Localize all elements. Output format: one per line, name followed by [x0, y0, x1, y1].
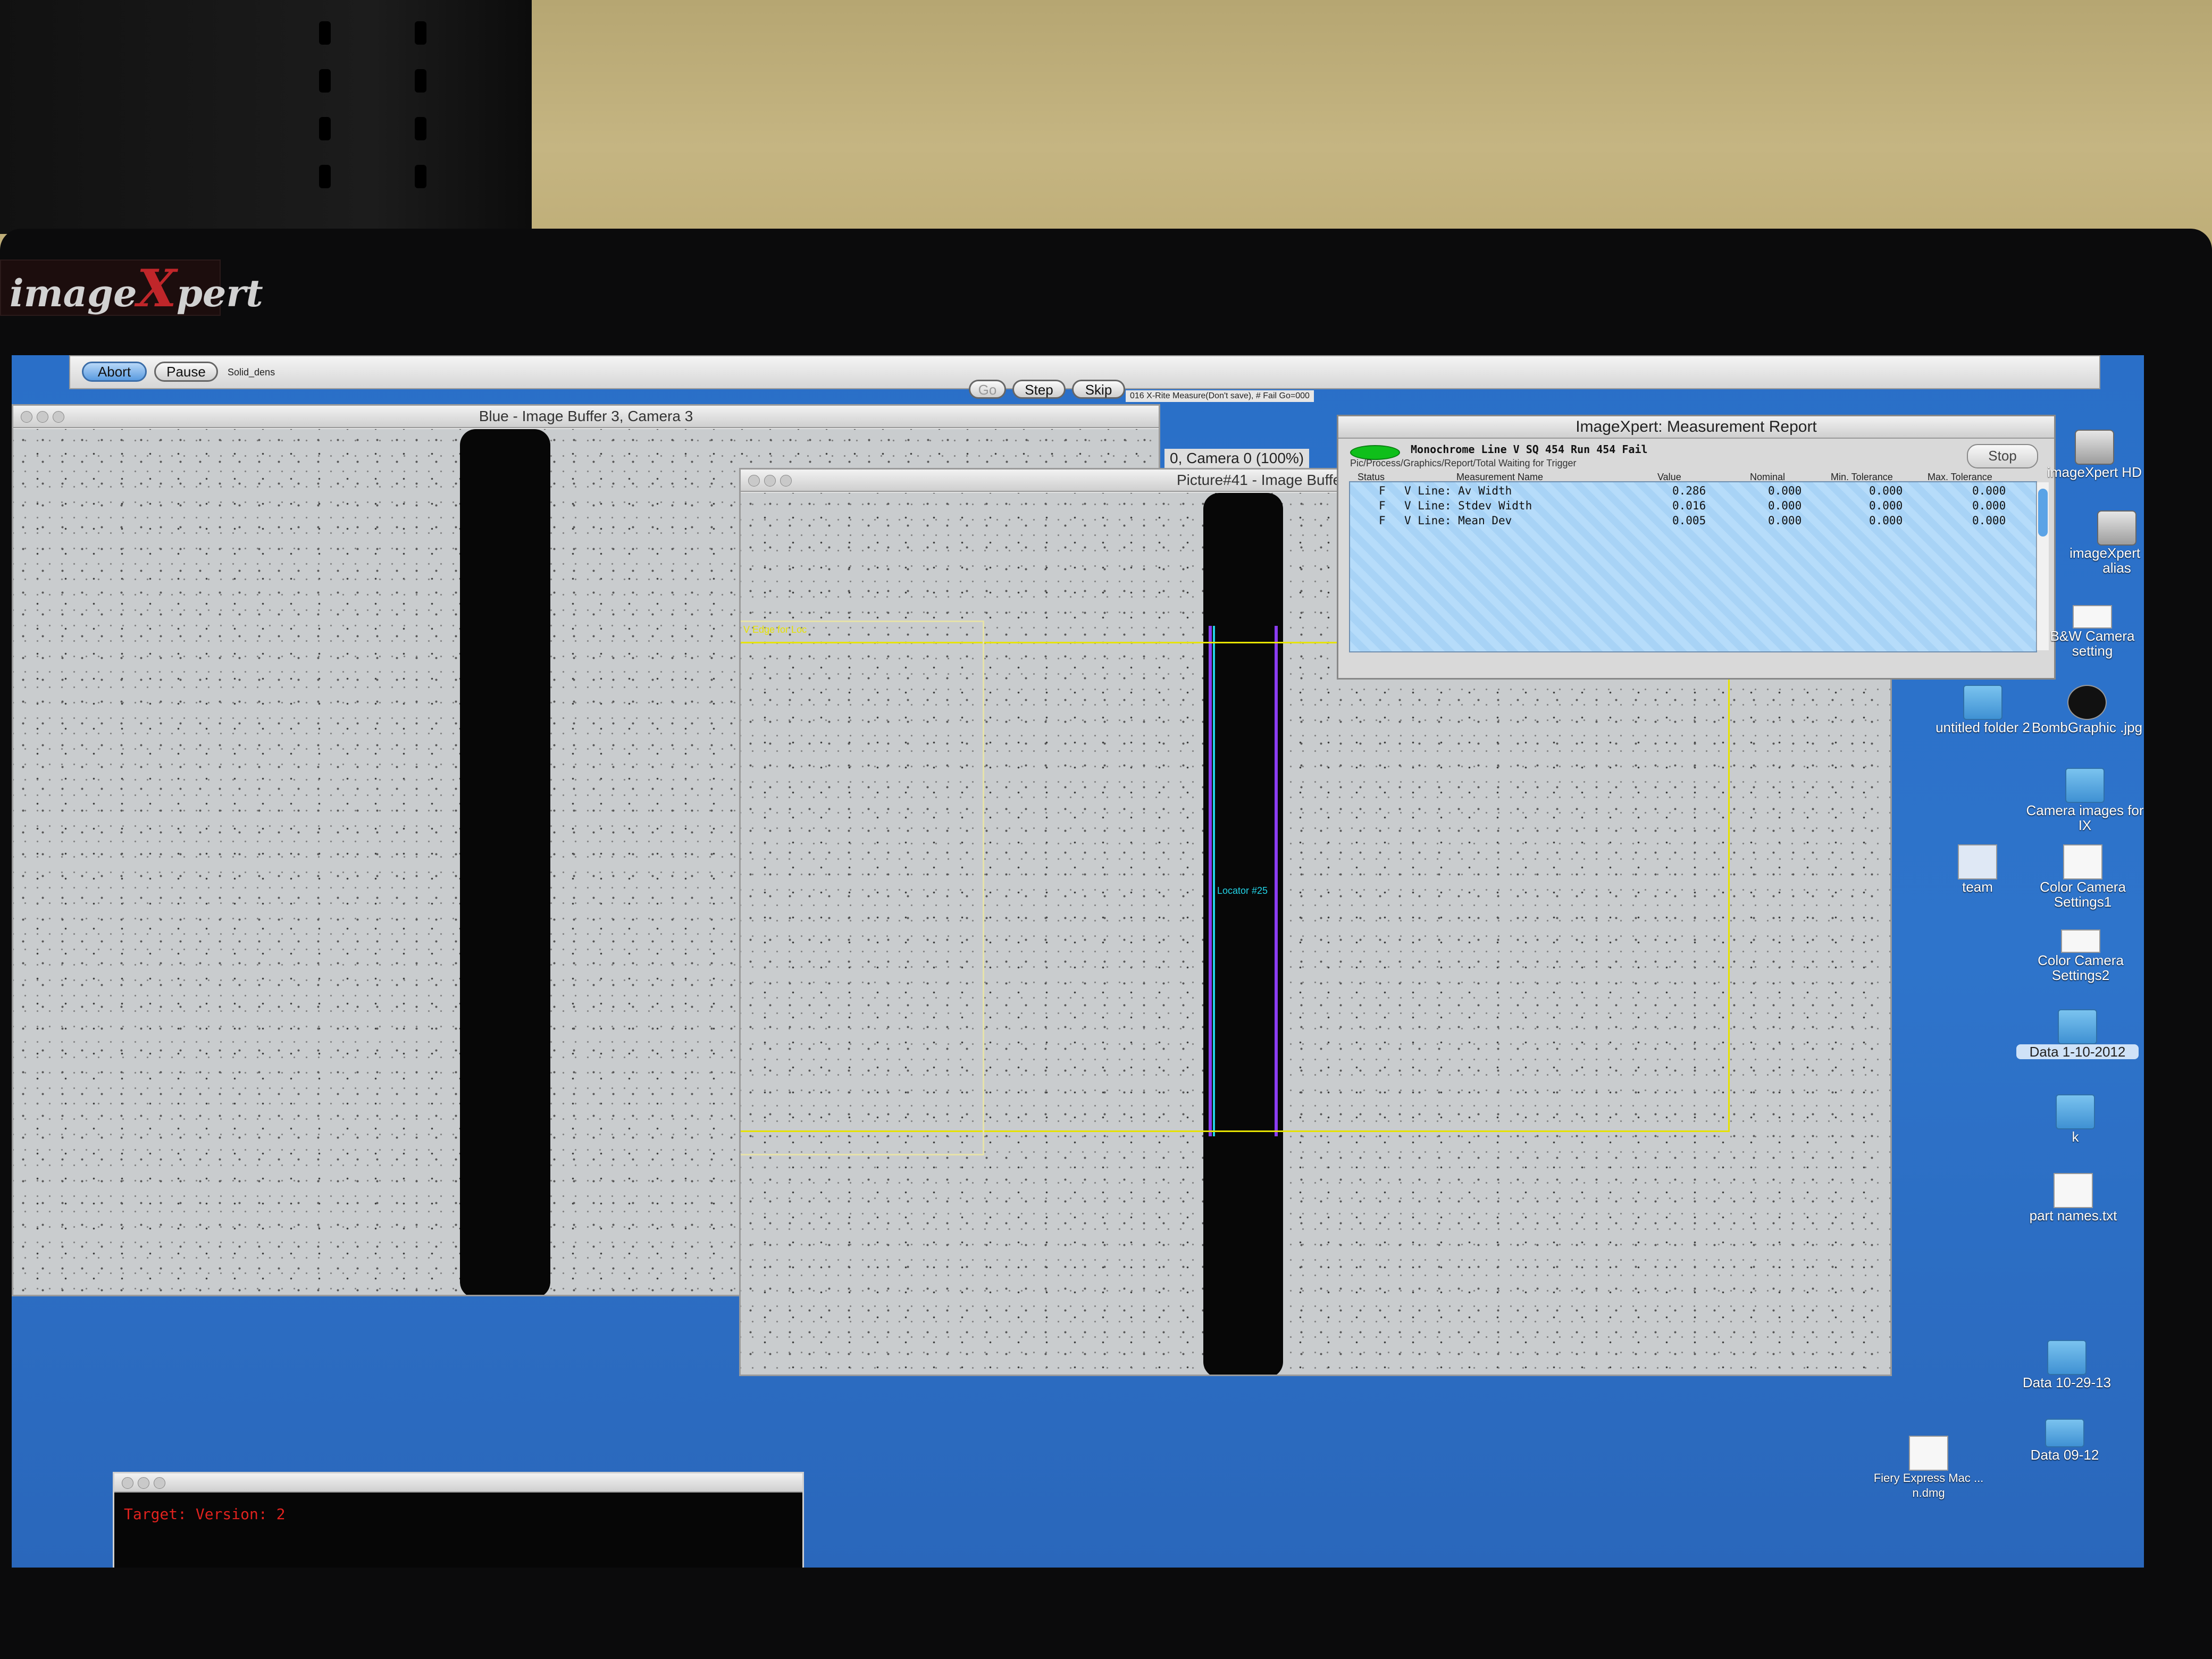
document-icon — [2063, 844, 2102, 879]
report-header: Monochrome Line V SQ 454 Run 454 Fail — [1411, 443, 1648, 456]
desktop-icon-team[interactable]: team — [1916, 844, 2039, 894]
desktop-icon-fiery-express[interactable]: Fiery Express Mac ... n.dmg — [1867, 1436, 1990, 1501]
row-value: 0.005 — [1672, 514, 1706, 527]
folder-icon — [1963, 685, 2002, 720]
measurement-table: F V Line: Av Width 0.286 0.000 0.000 0.0… — [1349, 481, 2037, 652]
icon-label: k — [2072, 1129, 2079, 1145]
text-file-icon — [2054, 1173, 2093, 1208]
table-row[interactable]: F V Line: Stdev Width 0.016 0.000 0.000 … — [1350, 499, 2036, 514]
terminal-titlebar[interactable] — [114, 1473, 802, 1493]
drive-icon — [2097, 510, 2136, 546]
toolbar-status: 016 X-Rite Measure(Don't save), # Fail G… — [1126, 390, 1314, 402]
desktop-icon-data-10-29-13[interactable]: Data 10-29-13 — [2006, 1340, 2128, 1390]
abort-button[interactable]: Abort — [82, 362, 147, 382]
script-name: Solid_dens — [228, 367, 275, 378]
desktop-icon-bombgraphic[interactable]: BombGraphic .jpg — [2026, 685, 2144, 735]
stop-button[interactable]: Stop — [1967, 444, 2038, 468]
folder-icon — [2045, 1419, 2084, 1447]
equipment-rack — [0, 0, 532, 234]
scrollbar-thumb[interactable] — [2038, 489, 2048, 537]
measurement-report-window[interactable]: ImageXpert: Measurement Report Monochrom… — [1337, 415, 2056, 680]
disk-image-icon — [1909, 1436, 1948, 1471]
folder-icon — [2047, 1340, 2087, 1375]
report-path: Pic/Process/Graphics/Report/Total Waitin… — [1350, 458, 1577, 468]
camera-caption: 0, Camera 0 (100%) — [1164, 449, 1310, 468]
row-max: 0.000 — [1972, 484, 2006, 497]
row-status: F — [1379, 514, 1386, 527]
icon-label: imageXpert HD alias — [2069, 545, 2144, 576]
folder-icon — [2065, 768, 2105, 803]
row-status: F — [1379, 499, 1386, 512]
table-row[interactable]: F V Line: Av Width 0.286 0.000 0.000 0.0… — [1350, 484, 2036, 499]
step-button[interactable]: Step — [1012, 380, 1066, 399]
group-icon — [1958, 844, 1997, 879]
row-min: 0.000 — [1869, 499, 1903, 512]
row-max: 0.000 — [1972, 499, 2006, 512]
desktop-icon-data-09-12[interactable]: Data 09-12 — [2004, 1419, 2126, 1462]
icon-label: Data 10-29-13 — [2022, 1375, 2112, 1390]
icon-label: Fiery Express Mac ... n.dmg — [1873, 1471, 1984, 1499]
desktop-icon-imagexpert-hd-alias[interactable]: imageXpert HD alias — [2056, 510, 2144, 575]
pause-button[interactable]: Pause — [154, 362, 218, 382]
row-name: V Line: Av Width — [1404, 484, 1512, 497]
row-nominal: 0.000 — [1768, 514, 1802, 527]
icon-label: imageXpert HD — [2047, 464, 2142, 480]
go-button[interactable]: Go — [969, 380, 1006, 399]
row-name: V Line: Stdev Width — [1404, 499, 1532, 512]
imagexpert-logo: imageXpert — [0, 259, 263, 317]
edge-roi[interactable]: V Edge for Loc — [741, 621, 984, 1155]
document-icon — [2061, 929, 2100, 953]
blue-buffer-title: Blue - Image Buffer 3, Camera 3 — [479, 408, 693, 424]
document-icon — [2073, 605, 2112, 629]
desktop-icon-imagexpert-hd[interactable]: imageXpert HD — [2033, 430, 2144, 480]
row-name: V Line: Mean Dev — [1404, 514, 1512, 527]
row-nominal: 0.000 — [1768, 484, 1802, 497]
desktop-icon-data-1-10-2012[interactable]: Data 1-10-2012 — [2016, 1009, 2139, 1059]
row-max: 0.000 — [1972, 514, 2006, 527]
desktop-icon-part-names[interactable]: part names.txt — [2012, 1173, 2134, 1223]
blue-buffer-titlebar[interactable]: Blue - Image Buffer 3, Camera 3 — [13, 406, 1159, 428]
row-min: 0.000 — [1869, 484, 1903, 497]
report-titlebar[interactable]: ImageXpert: Measurement Report — [1338, 416, 2054, 439]
icon-label: B&W Camera setting — [2050, 628, 2135, 659]
skip-button[interactable]: Skip — [1072, 380, 1125, 399]
desktop-icon-camera-images[interactable]: Camera images for IX — [2024, 768, 2144, 833]
icon-label: Color Camera Settings2 — [2038, 952, 2124, 983]
report-title: ImageXpert: Measurement Report — [1576, 418, 1817, 435]
terminal-window[interactable]: Target: Version: 2 — [113, 1472, 804, 1568]
icon-label: Data 1-10-2012 — [2016, 1044, 2139, 1059]
icon-label: Data 09-12 — [2030, 1447, 2099, 1463]
icon-label: BombGraphic .jpg — [2031, 719, 2143, 735]
row-min: 0.000 — [1869, 514, 1903, 527]
image-file-icon — [2067, 685, 2107, 720]
desktop-icon-bw-camera-setting[interactable]: B&W Camera setting — [2031, 605, 2144, 658]
desktop-icon-color-camera-settings2[interactable]: Color Camera Settings2 — [2020, 929, 2142, 983]
drive-icon — [2075, 430, 2114, 465]
icon-label: Camera images for IX — [2026, 802, 2144, 833]
run-toolbar: Abort Pause Solid_dens Go Step Skip — [69, 355, 2100, 399]
folder-icon — [2058, 1009, 2097, 1044]
desktop-icon-k[interactable]: k — [2014, 1094, 2136, 1144]
row-nominal: 0.000 — [1768, 499, 1802, 512]
locator-label: Locator #25 — [1217, 885, 1268, 896]
desktop-icon-color-camera-settings1[interactable]: Color Camera Settings1 — [2022, 844, 2144, 909]
folder-icon — [2056, 1094, 2095, 1129]
desktop-screen: Abort Pause Solid_dens Go Step Skip 016 … — [12, 355, 2144, 1568]
terminal-text: Target: Version: 2 — [124, 1505, 286, 1523]
icon-label: part names.txt — [2029, 1208, 2117, 1224]
printed-line — [460, 429, 550, 1295]
row-value: 0.016 — [1672, 499, 1706, 512]
icon-label: Color Camera Settings1 — [2040, 879, 2126, 910]
table-row[interactable]: F V Line: Mean Dev 0.005 0.000 0.000 0.0… — [1350, 514, 2036, 529]
row-value: 0.286 — [1672, 484, 1706, 497]
edge-roi-label: V Edge for Loc — [743, 624, 807, 635]
row-status: F — [1379, 484, 1386, 497]
icon-label: team — [1962, 879, 1993, 895]
